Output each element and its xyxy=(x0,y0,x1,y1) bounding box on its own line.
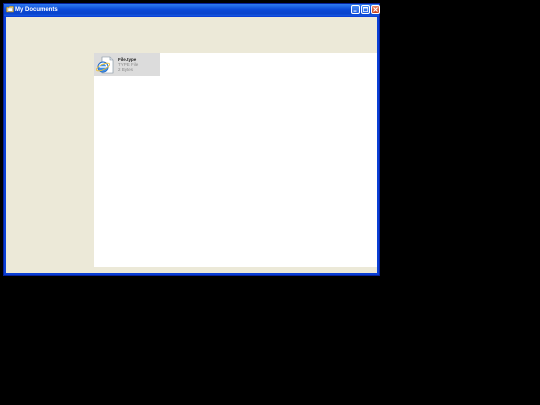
minimize-icon xyxy=(353,10,357,12)
maximize-icon xyxy=(363,7,368,12)
file-item[interactable]: File.type TYPE File 2 Bytes xyxy=(94,53,160,76)
window-client-area: File.type TYPE File 2 Bytes xyxy=(6,17,377,273)
close-icon xyxy=(373,7,378,12)
internet-explorer-icon xyxy=(95,56,114,74)
file-size: 2 Bytes xyxy=(118,67,134,72)
close-button[interactable] xyxy=(371,5,380,14)
my-documents-window: My Documents File.type TYPE File 2 Bytes xyxy=(3,3,380,276)
file-list-pane[interactable]: File.type TYPE File 2 Bytes xyxy=(94,53,377,267)
my-documents-icon xyxy=(6,6,14,13)
minimize-button[interactable] xyxy=(351,5,360,14)
window-title: My Documents xyxy=(15,7,58,13)
maximize-button[interactable] xyxy=(361,5,370,14)
title-bar[interactable]: My Documents xyxy=(4,4,380,16)
